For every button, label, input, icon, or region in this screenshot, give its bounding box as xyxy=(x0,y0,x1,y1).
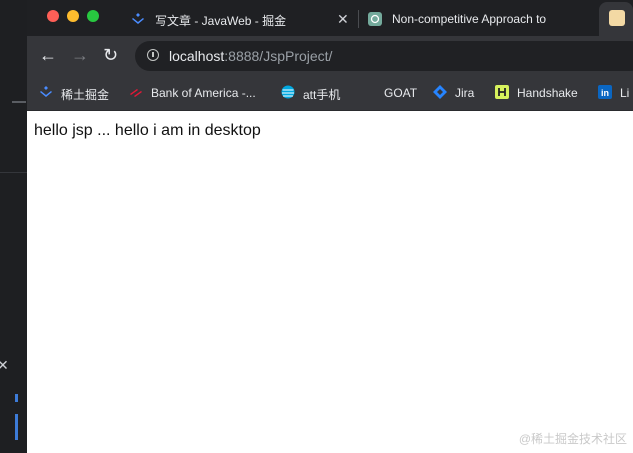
juejin-icon xyxy=(40,86,52,97)
bookmark-label: Bank of America -... xyxy=(151,86,256,100)
address-bar[interactable]: localhost:8888/JspProject/ xyxy=(135,41,633,71)
linkedin-icon: in xyxy=(598,85,612,99)
window-close-button[interactable] xyxy=(47,10,59,22)
bookmark-label: att手机 xyxy=(303,88,341,102)
tab-juejin[interactable]: 写文章 - JavaWeb - 掘金 ✕ xyxy=(131,4,351,34)
toolbar: ← → ↻ localhost:8888/JspProject/ xyxy=(27,36,633,76)
browser-window: 写文章 - JavaWeb - 掘金 ✕ Non-competitive App… xyxy=(27,0,633,453)
bookmark-label: GOAT xyxy=(384,86,418,100)
watermark: @稀土掘金技术社区 xyxy=(518,432,627,446)
background-window-strip: ✕ xyxy=(0,0,27,453)
bookmark-label: Jira xyxy=(455,86,475,100)
tab-close-icon[interactable]: ✕ xyxy=(337,11,349,28)
window-maximize-button[interactable] xyxy=(87,10,99,22)
handshake-icon xyxy=(495,85,509,99)
tab-title: 写文章 - JavaWeb - 掘金 xyxy=(155,14,287,28)
url-host: localhost xyxy=(169,48,225,64)
tab-strip: 写文章 - JavaWeb - 掘金 ✕ Non-competitive App… xyxy=(27,0,633,36)
juejin-icon xyxy=(132,13,144,24)
tab-separator xyxy=(358,10,359,28)
tab-openai[interactable]: Non-competitive Approach to xyxy=(368,4,590,34)
att-icon xyxy=(281,85,295,99)
site-info-icon[interactable] xyxy=(147,49,159,61)
divider-line xyxy=(12,101,26,103)
window-minimize-button[interactable] xyxy=(67,10,79,22)
url-path: :8888/JspProject/ xyxy=(224,48,333,64)
close-icon[interactable]: ✕ xyxy=(0,358,9,372)
openai-icon xyxy=(368,12,382,26)
url-text: localhost:8888/JspProject/ xyxy=(169,48,332,64)
reload-icon[interactable]: ↻ xyxy=(103,45,118,65)
bookmarks-bar: 稀土掘金 Bank of America -... att手机 GOAT Jir xyxy=(27,76,633,111)
page-content: hello jsp ... hello i am in desktop @稀土掘… xyxy=(27,111,633,453)
bookmark-label: Li xyxy=(620,86,630,100)
bofa-icon xyxy=(130,89,142,97)
jira-icon xyxy=(433,85,447,99)
back-arrow-icon[interactable]: ← xyxy=(39,45,57,65)
bookmark-label: Handshake xyxy=(517,86,578,100)
tab-title: Non-competitive Approach to xyxy=(392,12,547,26)
tab-active[interactable] xyxy=(599,2,633,36)
page-icon xyxy=(609,10,625,26)
bookmark-label: 稀土掘金 xyxy=(61,88,110,102)
svg-text:in: in xyxy=(601,88,609,98)
divider-line xyxy=(0,172,27,173)
scroll-marker xyxy=(15,394,18,402)
scroll-marker xyxy=(15,414,18,440)
page-body-text: hello jsp ... hello i am in desktop xyxy=(34,122,261,139)
forward-arrow-icon[interactable]: → xyxy=(71,45,89,65)
